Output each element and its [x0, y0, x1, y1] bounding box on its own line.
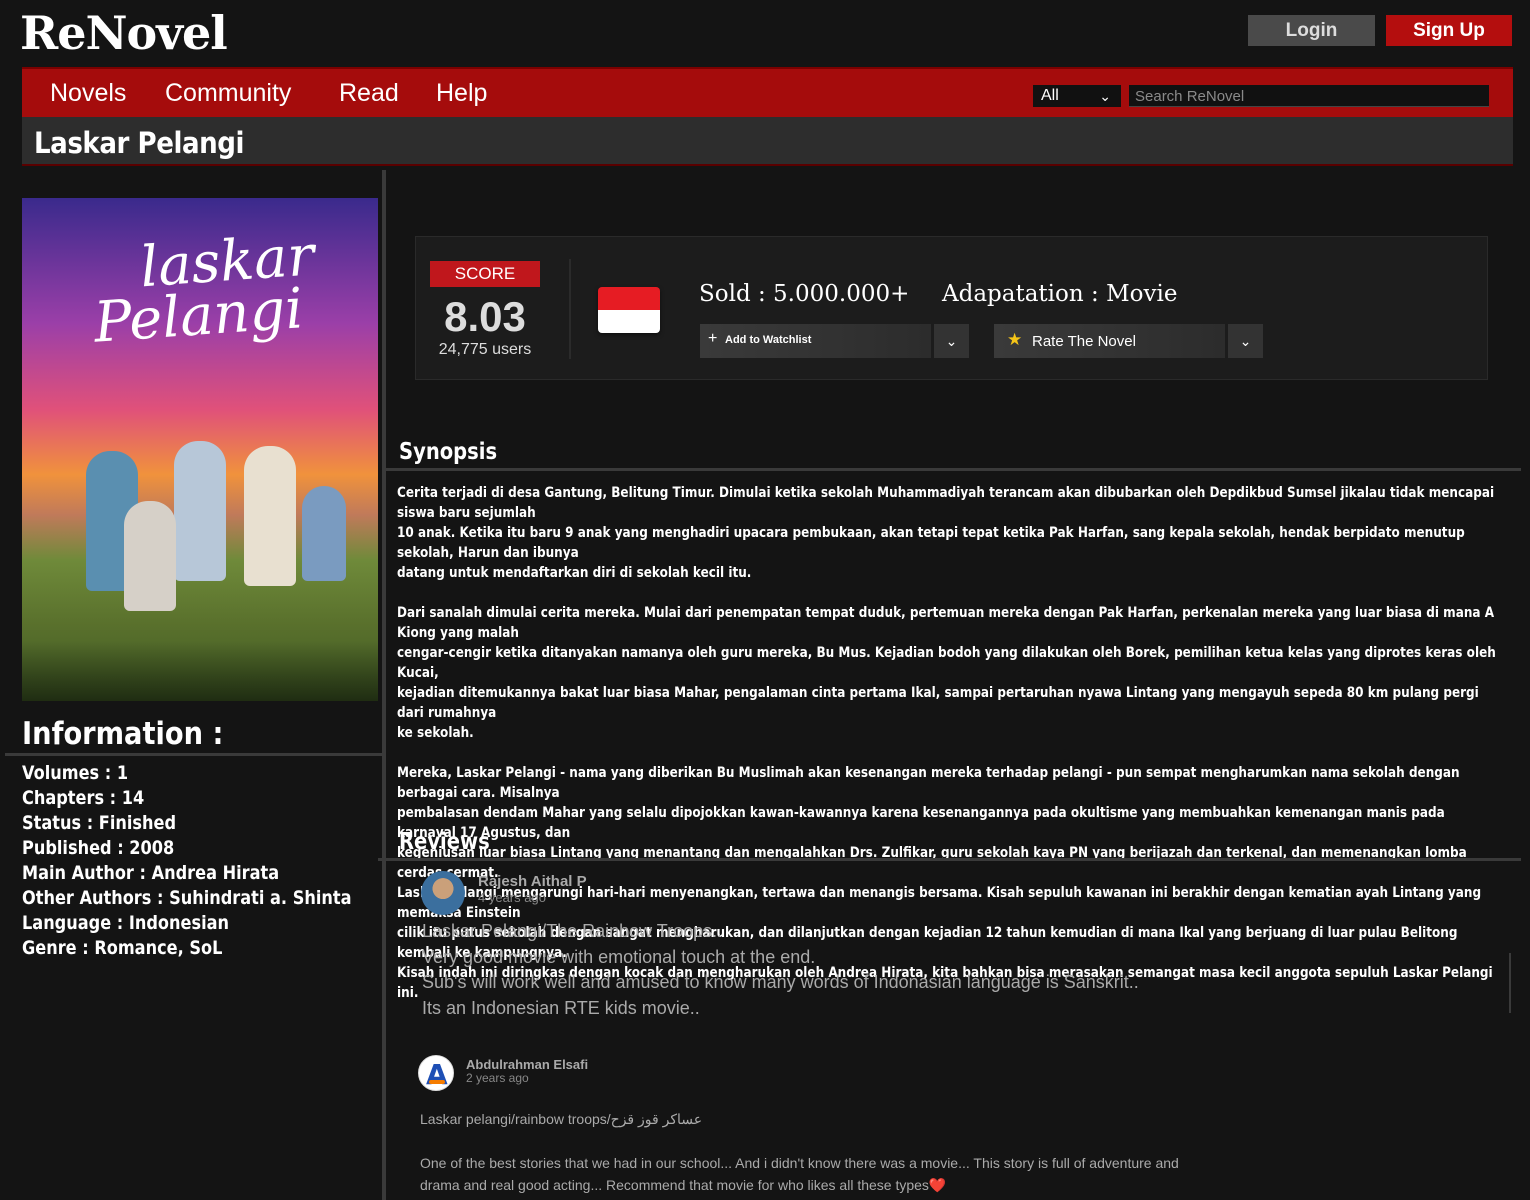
cover-title: laskar Pelangi: [89, 223, 320, 356]
sold-count: Sold : 5.000.000+: [699, 281, 910, 307]
plus-icon: +: [708, 330, 718, 347]
review-divider: [1509, 953, 1511, 1013]
synopsis-paragraph: Cerita terjadi di desa Gantung, Belitung…: [397, 485, 1495, 581]
score-value: 8.03: [444, 293, 526, 340]
review-time: 4 years ago: [478, 890, 546, 905]
reviewer-avatar[interactable]: [421, 871, 465, 915]
renovel-logo[interactable]: ReNovel: [20, 6, 228, 60]
chevron-down-icon: ⌄: [1239, 333, 1252, 349]
star-icon: ★: [1007, 330, 1023, 349]
score-separator: [569, 259, 571, 359]
review-text-line: Its an Indonesian RTE kids movie..: [422, 998, 700, 1018]
info-main-author: Main Author : Andrea Hirata: [22, 862, 280, 884]
logo-accent: [429, 1080, 445, 1084]
nav-community[interactable]: Community: [165, 79, 291, 108]
cover-title-line2: Pelangi: [91, 276, 306, 356]
review-text-line: Very good movie with emotional touch at …: [422, 947, 816, 967]
info-status: Status : Finished: [22, 812, 177, 834]
review-text-line: drama and real good acting... Recommend …: [420, 1177, 947, 1193]
add-to-watchlist-button[interactable]: + Add to Watchlist: [700, 324, 931, 358]
synopsis-heading: Synopsis: [399, 439, 498, 465]
score-panel: SCORE 8.03 24,775 users Sold : 5.000.000…: [415, 236, 1488, 380]
information-heading: Information :: [22, 716, 224, 752]
cover-figure: [302, 486, 346, 581]
cover-credits: [22, 641, 378, 701]
indonesia-flag-icon: [598, 287, 660, 333]
rate-novel-button[interactable]: ★ Rate The Novel: [994, 324, 1225, 358]
cover-figure: [244, 446, 296, 586]
score-label: SCORE: [430, 261, 540, 287]
cover-figure: [174, 441, 226, 581]
nav-read[interactable]: Read: [339, 79, 399, 108]
letter-a-logo-icon: A: [426, 1058, 448, 1091]
reviewer-name[interactable]: Rajesh Aithal P: [478, 873, 587, 890]
rate-label: Rate The Novel: [1032, 333, 1136, 350]
page-title-bar: Laskar Pelangi: [22, 117, 1513, 166]
reviews-divider: [378, 858, 1521, 861]
review-text-line: One of the best stories that we had in o…: [420, 1155, 1179, 1171]
info-published: Published : 2008: [22, 837, 175, 859]
adaptation-info: Adapatation : Movie: [942, 281, 1178, 307]
chevron-down-icon: ⌄: [1099, 88, 1111, 104]
review-text-line: Laskar Pelangi/The Rainbow Troops..: [422, 921, 723, 941]
review-text-line: Laskar pelangi/rainbow troops/عساكر قوز …: [420, 1111, 703, 1127]
search-input[interactable]: Search ReNovel: [1129, 85, 1489, 107]
score-users: 24,775 users: [438, 341, 532, 358]
nav-help[interactable]: Help: [436, 79, 487, 108]
page-title: Laskar Pelangi: [34, 126, 245, 160]
review-text-line: Sub's will work well and amused to know …: [422, 972, 1139, 992]
search-category-value: All: [1041, 87, 1059, 104]
reviews-heading: Reviews: [399, 829, 490, 855]
info-genre: Genre : Romance, SoL: [22, 937, 223, 959]
info-other-authors: Other Authors : Suhindrati a. Shinta: [22, 887, 352, 909]
synopsis-paragraph: Dari sanalah dimulai cerita mereka. Mula…: [397, 605, 1496, 741]
login-button[interactable]: Login: [1248, 15, 1375, 46]
cover-figure: [124, 501, 176, 611]
rate-dropdown-button[interactable]: ⌄: [1228, 324, 1263, 358]
column-divider: [382, 170, 386, 1200]
main-navbar: Novels Community Read Help All ⌄ Search …: [22, 67, 1513, 117]
chevron-down-icon: ⌄: [945, 333, 958, 349]
info-chapters: Chapters : 14: [22, 787, 145, 809]
review-time: 2 years ago: [466, 1071, 529, 1085]
synopsis-divider: [386, 468, 1521, 471]
watchlist-label: Add to Watchlist: [725, 334, 812, 346]
info-volumes: Volumes : 1: [22, 762, 129, 784]
information-divider: [5, 753, 382, 756]
synopsis-text: Cerita terjadi di desa Gantung, Belitung…: [397, 483, 1506, 1023]
search-category-select[interactable]: All ⌄: [1033, 85, 1121, 107]
info-language: Language : Indonesian: [22, 912, 230, 934]
signup-button[interactable]: Sign Up: [1386, 15, 1512, 46]
reviewer-name[interactable]: Abdulrahman Elsafi: [466, 1057, 588, 1072]
nav-novels[interactable]: Novels: [50, 79, 126, 108]
information-list: Volumes : 1 Chapters : 14 Status : Finis…: [22, 762, 410, 962]
novel-cover-image: laskar Pelangi: [22, 198, 378, 701]
watchlist-dropdown-button[interactable]: ⌄: [934, 324, 969, 358]
reviewer-avatar[interactable]: A: [418, 1055, 454, 1091]
